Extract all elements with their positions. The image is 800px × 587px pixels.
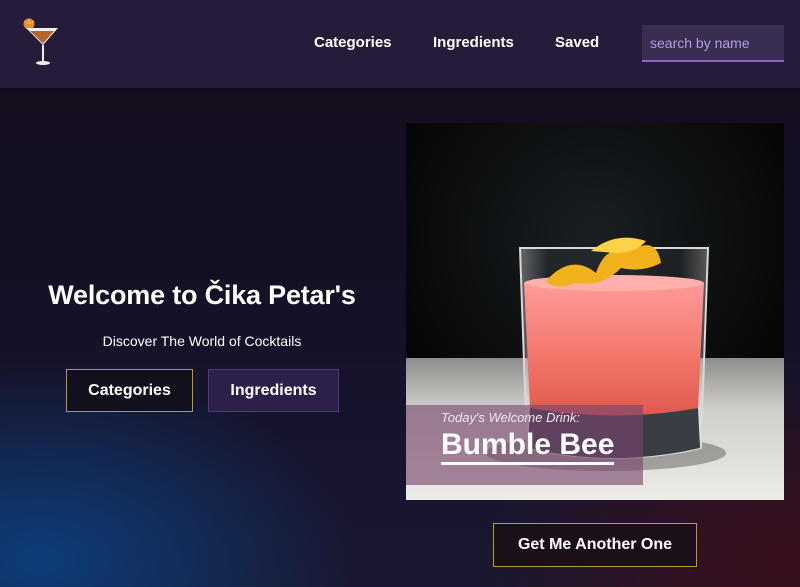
get-another-button[interactable]: Get Me Another One <box>493 523 697 567</box>
nav-link-categories[interactable]: Categories <box>314 34 392 51</box>
navbar: Categories Ingredients Saved <box>0 0 800 88</box>
nav-link-saved[interactable]: Saved <box>555 34 599 51</box>
drink-name-link[interactable]: Bumble Bee <box>441 428 615 465</box>
nav-link-ingredients[interactable]: Ingredients <box>433 34 514 51</box>
page-title: Welcome to Čika Petar's <box>48 280 356 310</box>
categories-button[interactable]: Categories <box>66 369 193 412</box>
cocktail-glass-icon[interactable] <box>20 18 64 68</box>
ingredients-button[interactable]: Ingredients <box>208 369 339 412</box>
search-input[interactable] <box>642 25 784 62</box>
drink-caption: Today's Welcome Drink: Bumble Bee <box>406 405 643 485</box>
caption-label: Today's Welcome Drink: <box>441 410 581 425</box>
subtitle: Discover The World of Cocktails <box>102 333 302 349</box>
